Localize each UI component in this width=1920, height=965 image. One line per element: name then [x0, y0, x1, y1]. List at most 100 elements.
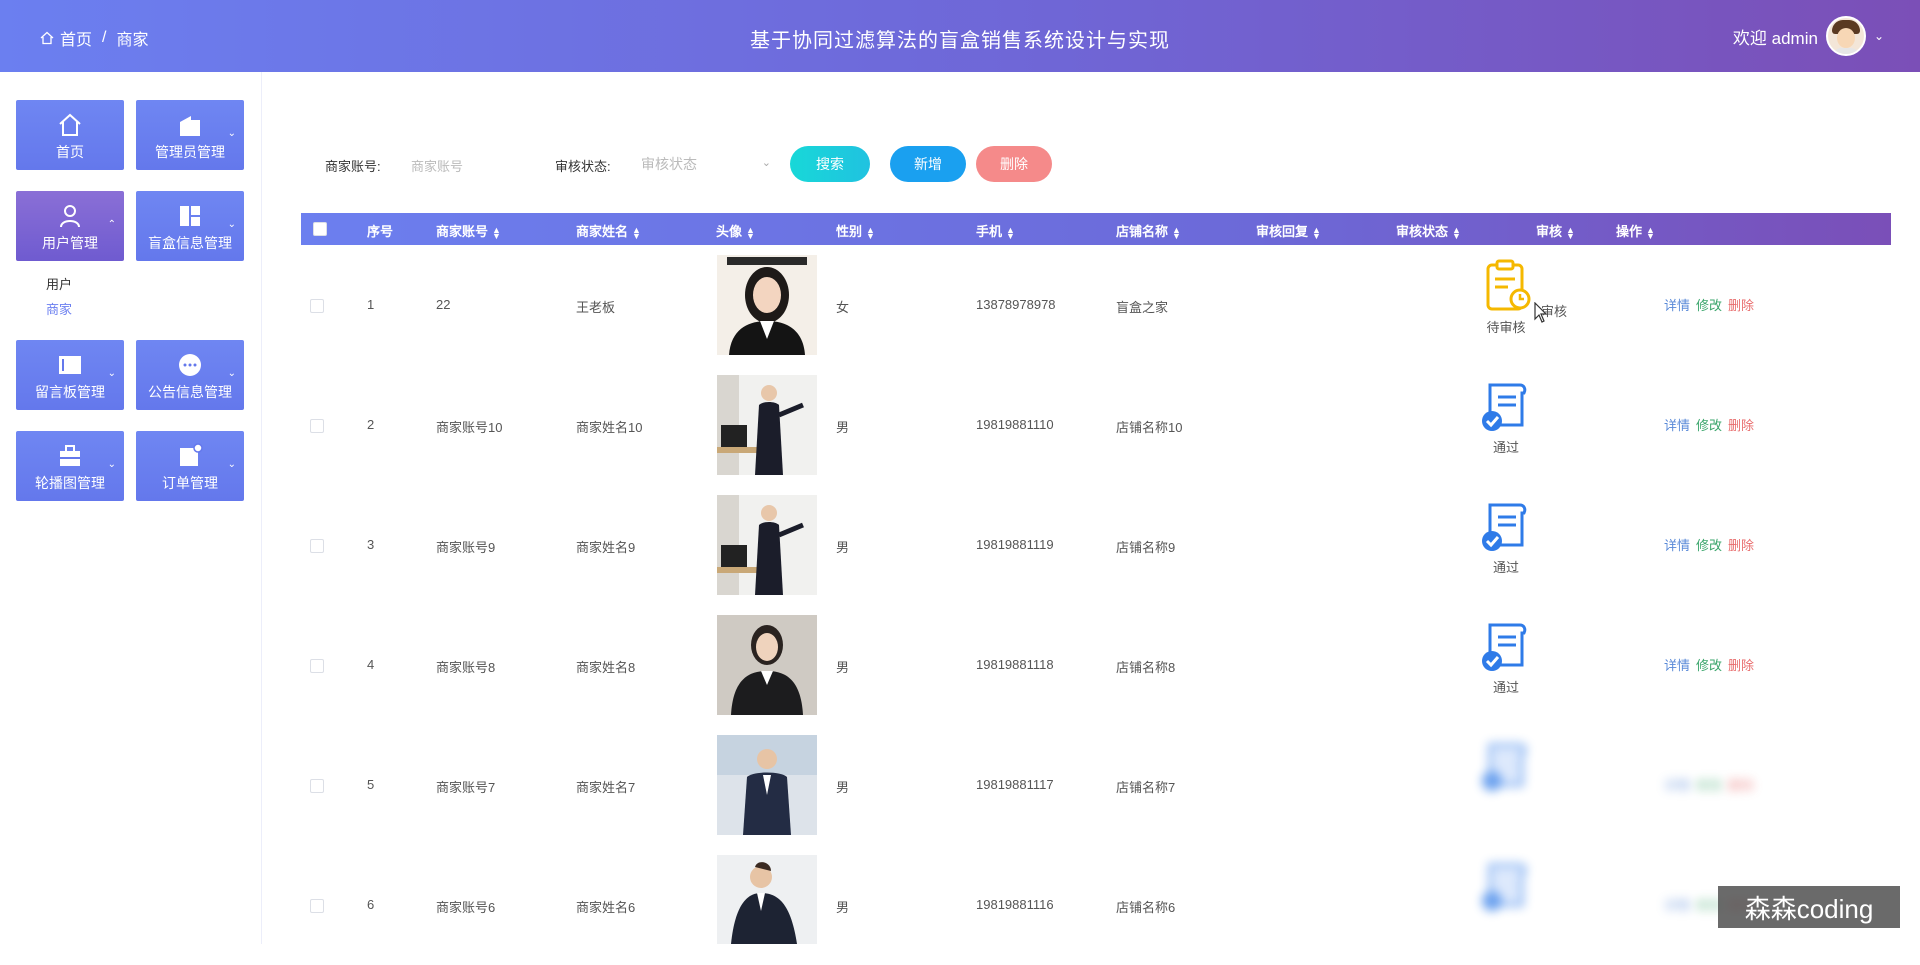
status-select[interactable]: 审核状态 ⌄ [641, 154, 771, 174]
row-actions: 详情修改删除 [1664, 415, 1760, 434]
mouse-cursor-icon [1534, 302, 1548, 323]
cell-gender: 男 [836, 540, 850, 555]
col-phone[interactable]: 手机 ▲ ▼ [976, 221, 1015, 240]
cell-no: 6 [367, 897, 375, 912]
row-actions: 详情修改删除 [1664, 535, 1760, 554]
detail-link[interactable]: 详情 [1664, 658, 1690, 673]
sidebar-tile-carousel[interactable]: 轮播图管理 ⌄ [16, 431, 124, 501]
select-all-checkbox[interactable] [313, 222, 327, 236]
col-status[interactable]: 审核状态 ▲ ▼ [1396, 221, 1461, 240]
detail-link[interactable]: 详情 [1664, 298, 1690, 313]
cell-name: 王老板 [576, 300, 616, 315]
col-reply[interactable]: 审核回复 ▲ ▼ [1256, 221, 1321, 240]
delete-link[interactable]: 删除 [1728, 298, 1754, 313]
detail-link[interactable]: 详情 [1664, 778, 1690, 793]
sidebar-tile-order[interactable]: 订单管理 ⌄ [136, 431, 244, 501]
submenu-item-user[interactable]: 用户 [46, 274, 72, 293]
col-no: 序号 [367, 224, 394, 239]
delete-button[interactable]: 删除 [976, 146, 1052, 182]
layout-icon [180, 206, 200, 226]
notice-icon [179, 354, 201, 376]
row-actions: 详情修改删除 [1664, 295, 1760, 314]
status-text: 通过 [1492, 440, 1519, 455]
row-checkbox[interactable] [310, 779, 324, 793]
sidebar-tile-notice[interactable]: 公告信息管理 ⌄ [136, 340, 244, 410]
submenu-item-merchant[interactable]: 商家 [46, 299, 72, 318]
col-name[interactable]: 商家姓名 ▲ ▼ [576, 221, 641, 240]
account-label: 商家账号: [325, 159, 381, 174]
cell-account: 22 [436, 297, 451, 312]
delete-link[interactable]: 删除 [1728, 538, 1754, 553]
detail-link[interactable]: 详情 [1664, 538, 1690, 553]
sidebar-tile-blindbox[interactable]: 盲盒信息管理 ⌄ [136, 191, 244, 261]
col-shop[interactable]: 店铺名称 ▲ ▼ [1116, 221, 1181, 240]
col-audit[interactable]: 审核 ▲ ▼ [1536, 221, 1575, 240]
cell-phone: 19819881118 [976, 657, 1054, 672]
delete-link[interactable]: 删除 [1728, 418, 1754, 433]
avatar-photo [717, 255, 817, 355]
sidebar-tile-user[interactable]: 用户管理 ⌃ [16, 191, 124, 261]
search-bar: 商家账号: 商家账号 审核状态: 审核状态 ⌄ 搜索 新增 删除 [263, 146, 1663, 182]
col-gender[interactable]: 性别 ▲ ▼ [836, 221, 875, 240]
account-search-input[interactable]: 商家账号 [411, 156, 463, 175]
cell-gender: 男 [836, 660, 850, 675]
avatar-photo [717, 615, 817, 715]
top-header: 首页 / 商家 基于协同过滤算法的盲盒销售系统设计与实现 欢迎 admin ⌄ [0, 0, 1920, 72]
chevron-down-icon: ⌄ [227, 368, 236, 379]
search-button[interactable]: 搜索 [790, 146, 870, 182]
sidebar-tile-board[interactable]: 留言板管理 ⌄ [16, 340, 124, 410]
row-checkbox[interactable] [310, 299, 324, 313]
detail-link[interactable]: 详情 [1664, 418, 1690, 433]
approved-icon [1482, 383, 1527, 431]
row-checkbox[interactable] [310, 659, 324, 673]
edit-link[interactable]: 修改 [1696, 418, 1722, 433]
col-ops[interactable]: 操作 ▲ ▼ [1616, 221, 1655, 240]
watermark: 森森coding [1718, 886, 1900, 928]
main-content: 商家账号: 商家账号 审核状态: 审核状态 ⌄ 搜索 新增 删除 序号 商家账号… [263, 72, 1920, 944]
pending-icon [1486, 259, 1531, 311]
edit-link[interactable]: 修改 [1696, 778, 1722, 793]
chevron-down-icon: ⌄ [107, 368, 116, 379]
chevron-down-icon[interactable]: ⌄ [1874, 29, 1884, 43]
detail-link[interactable]: 详情 [1664, 898, 1690, 913]
sidebar: 首页 管理员管理 ⌄ 用户管理 ⌃ 盲盒信息管理 ⌄ 用户 商家 留言板管理 ⌄… [0, 72, 262, 944]
add-button[interactable]: 新增 [890, 146, 966, 182]
chevron-down-icon: ⌄ [107, 459, 116, 470]
sidebar-tile-admin[interactable]: 管理员管理 ⌄ [136, 100, 244, 170]
row-checkbox[interactable] [310, 539, 324, 553]
cell-no: 3 [367, 537, 375, 552]
user-menu[interactable]: 欢迎 admin ⌄ [1733, 16, 1884, 56]
col-avatar[interactable]: 头像 ▲ ▼ [716, 221, 755, 240]
sort-icon: ▲ ▼ [1312, 224, 1321, 241]
table-row: 5 商家账号7 商家姓名7 男 19819881117 店铺名称7 详情 修改 删除 [301, 725, 1891, 845]
table-row: 4 商家账号8 商家姓名8 男 19819881118 店铺名称8 通过 详情修… [301, 605, 1891, 725]
approved-icon [1482, 743, 1527, 791]
cell-phone: 19819881110 [976, 417, 1054, 432]
delete-link[interactable]: 删除 [1728, 658, 1754, 673]
welcome-text: 欢迎 admin [1732, 28, 1818, 48]
admin-icon [180, 116, 200, 136]
cell-phone: 19819881117 [976, 777, 1054, 792]
status-text: 待审核 [1486, 320, 1526, 335]
cell-name: 商家姓名7 [576, 780, 636, 795]
edit-link[interactable]: 修改 [1696, 658, 1722, 673]
home-icon [59, 113, 81, 136]
delete-link[interactable]: 删除 [1728, 778, 1754, 793]
sidebar-tile-home[interactable]: 首页 [16, 100, 124, 170]
edit-link[interactable]: 修改 [1696, 538, 1722, 553]
page-title: 基于协同过滤算法的盲盒销售系统设计与实现 [750, 30, 1170, 52]
table-row: 1 22 王老板 女 13878978978 盲盒之家 待审核 审核 详情 修改删… [301, 245, 1891, 365]
sort-icon: ▲ ▼ [1452, 224, 1461, 241]
status-cell [1466, 739, 1546, 797]
row-checkbox[interactable] [310, 419, 324, 433]
row-checkbox[interactable] [310, 899, 324, 913]
avatar[interactable] [1825, 16, 1866, 56]
edit-link[interactable]: 修改 [1696, 298, 1722, 313]
cell-account: 商家账号10 [436, 420, 503, 435]
cell-phone: 19819881116 [976, 897, 1054, 912]
cell-gender: 男 [836, 780, 850, 795]
cell-phone: 19819881119 [976, 537, 1054, 552]
cell-shop: 盲盒之家 [1116, 300, 1169, 315]
approved-icon [1482, 863, 1527, 911]
col-account[interactable]: 商家账号 ▲ ▼ [436, 221, 501, 240]
